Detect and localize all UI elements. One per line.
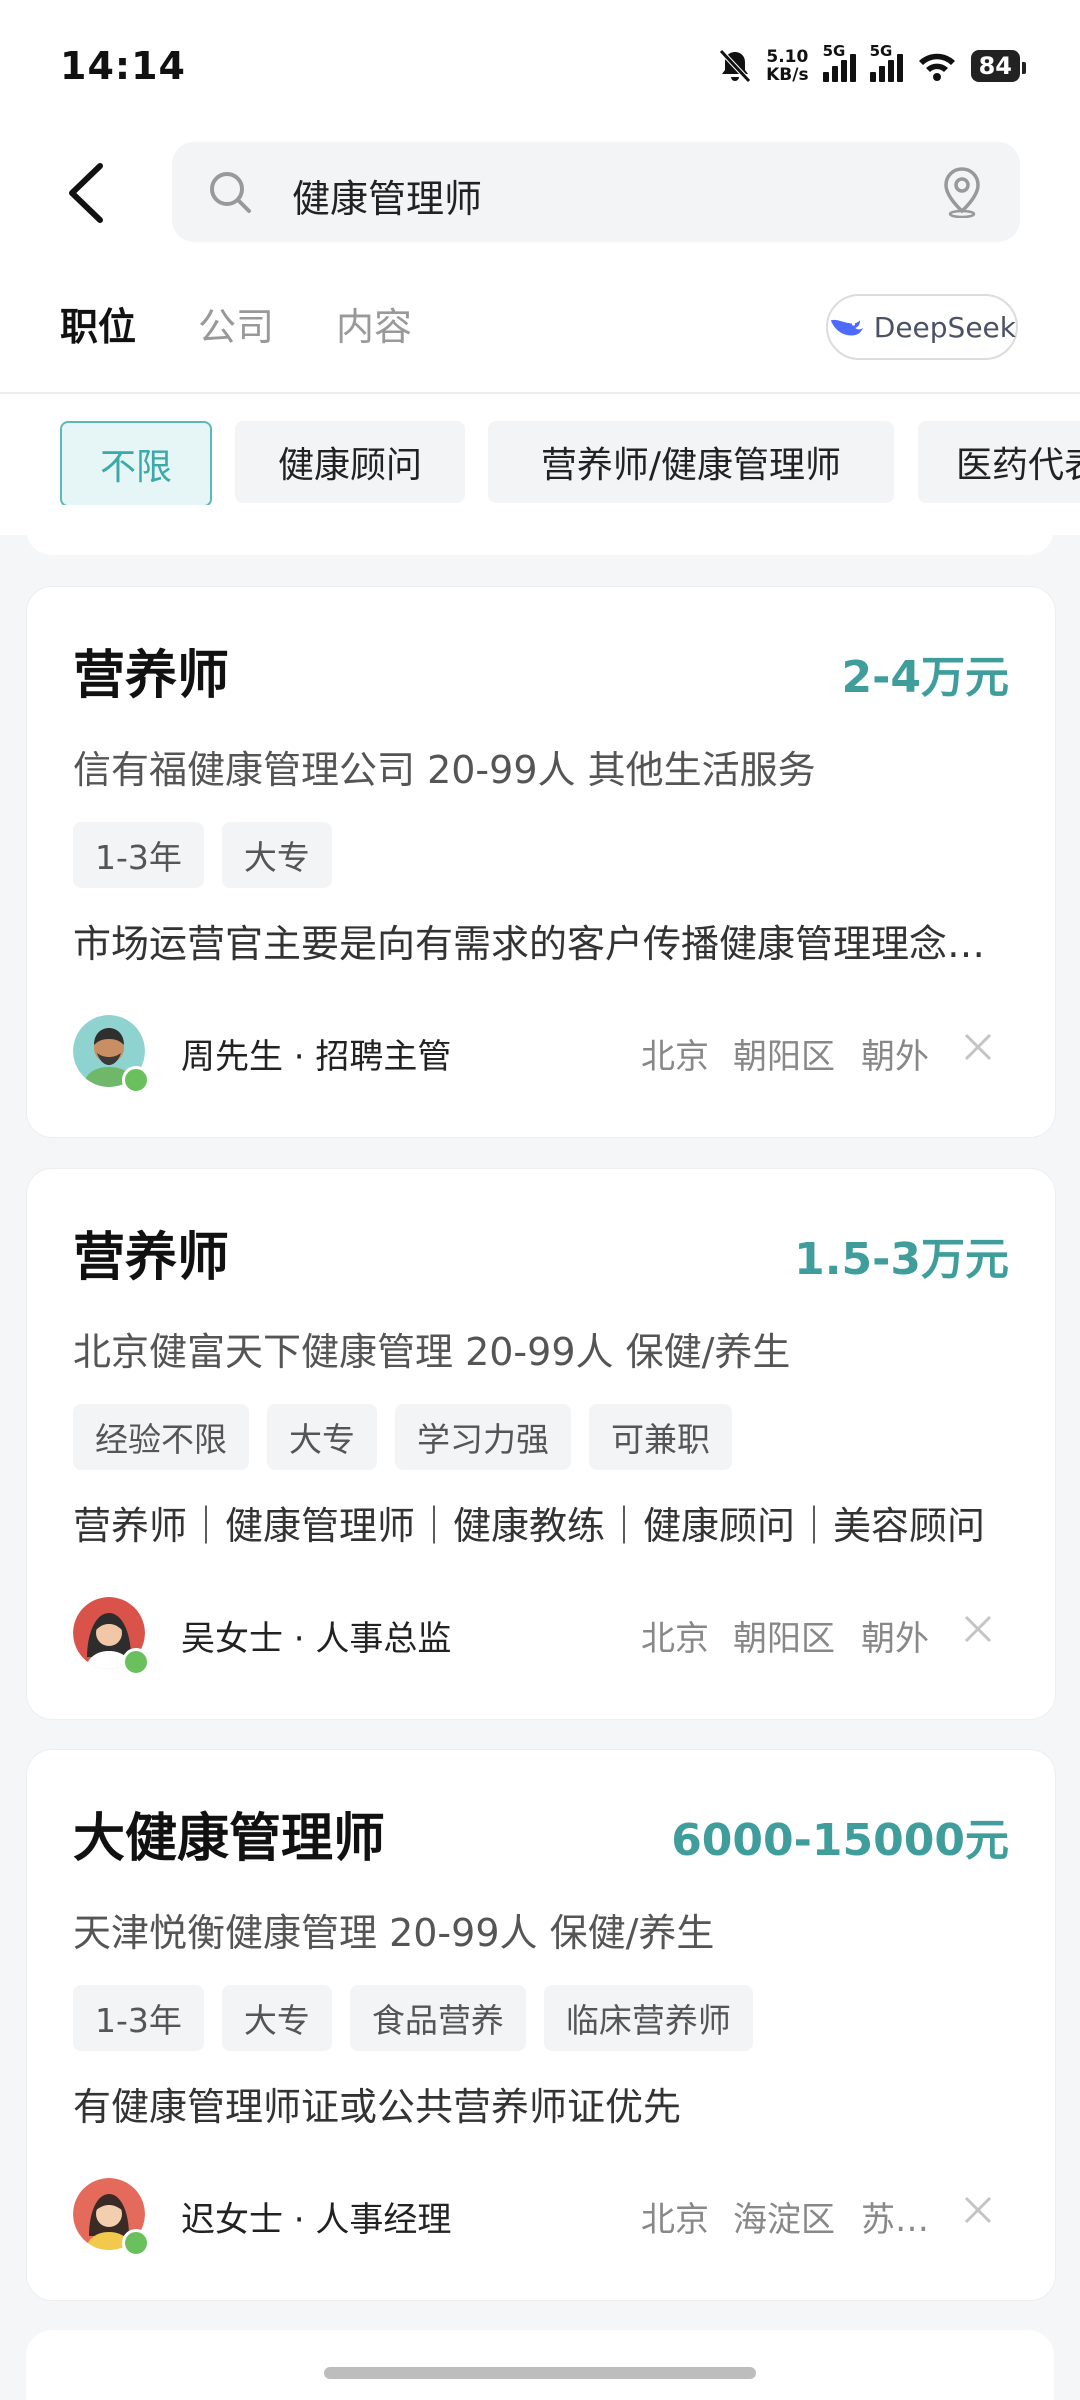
close-icon[interactable] [963, 1614, 993, 1644]
job-tag: 临床营养师 [543, 1985, 753, 2051]
status-time: 14:14 [60, 44, 186, 88]
job-tag: 大专 [221, 822, 332, 888]
deepseek-button[interactable]: DeepSeek [826, 294, 1018, 360]
company-info: 北京健富天下健康管理 20-99人 保健/养生 [73, 1330, 791, 1374]
job-title: 大健康管理师 [73, 1809, 386, 1869]
location-city: 北京 [641, 1037, 709, 1077]
job-tag: 食品营养 [349, 1985, 526, 2051]
location-area: 朝外 [861, 1037, 929, 1077]
online-status-dot [122, 1648, 150, 1676]
location-pin-icon[interactable] [940, 166, 984, 218]
tab-content[interactable]: 内容 [336, 296, 412, 351]
job-tag: 学习力强 [395, 1404, 571, 1470]
job-title: 营养师 [73, 1228, 230, 1288]
tab-jobs[interactable]: 职位 [60, 296, 136, 351]
close-icon[interactable] [963, 1032, 993, 1062]
next-card-edge [26, 2330, 1054, 2400]
online-status-dot [122, 2229, 150, 2257]
job-salary: 2-4万元 [841, 652, 1010, 703]
location-district: 朝阳区 [733, 1619, 835, 1659]
location-area: 苏… [861, 2200, 929, 2240]
home-indicator[interactable] [324, 2367, 756, 2379]
job-tag: 1-3年 [73, 822, 204, 888]
company-info: 天津悦衡健康管理 20-99人 保健/养生 [73, 1911, 715, 1955]
signal-5g-icon: 5G [822, 42, 856, 82]
deepseek-whale-icon [830, 319, 863, 336]
header-area: 14:14 5.10 KB/s 5G 5G 84 健康管理师 职位 公司 内容 … [0, 0, 1080, 395]
net-speed-unit: KB/s [766, 65, 809, 85]
wifi-icon [918, 53, 955, 81]
search-bar[interactable]: 健康管理师 [172, 142, 1020, 242]
filter-chip-nutritionist[interactable]: 营养师/健康管理师 [488, 421, 894, 503]
job-card[interactable]: 大健康管理师 6000-15000元 天津悦衡健康管理 20-99人 保健/养生… [26, 1749, 1056, 2301]
close-icon[interactable] [963, 2195, 993, 2225]
location-area: 朝外 [861, 1619, 929, 1659]
tab-companies[interactable]: 公司 [198, 296, 274, 351]
result-tabs: 职位 公司 内容 [60, 296, 412, 351]
filter-chip-health-consultant[interactable]: 健康顾问 [235, 421, 465, 503]
job-tag: 可兼职 [589, 1404, 732, 1470]
job-tag: 大专 [267, 1404, 377, 1470]
mute-bell-icon [719, 49, 751, 83]
back-arrow-icon[interactable] [62, 158, 112, 228]
job-tags: 1-3年 大专 食品营养 临床营养师 [73, 1985, 753, 2051]
net-speed-value: 5.10 [766, 47, 809, 67]
company-info: 信有福健康管理公司 20-99人 其他生活服务 [73, 748, 816, 792]
header-divider [0, 392, 1080, 394]
job-card[interactable]: 营养师 2-4万元 信有福健康管理公司 20-99人 其他生活服务 1-3年 大… [26, 586, 1056, 1138]
status-bar: 14:14 5.10 KB/s 5G 5G 84 [0, 0, 1080, 130]
recruiter-name: 周先生 · 招聘主管 [181, 1037, 452, 1077]
signal-label-1: 5G [822, 42, 846, 60]
recruiter-name: 迟女士 · 人事经理 [181, 2200, 452, 2240]
job-tags: 1-3年 大专 [73, 822, 332, 888]
job-salary: 6000-15000元 [671, 1815, 1009, 1866]
deepseek-label: DeepSeek [873, 310, 1016, 344]
signal-5g-icon-2: 5G [869, 42, 903, 82]
job-description: 有健康管理师证或公共营养师证优先 [73, 2085, 682, 2129]
location-district: 海淀区 [733, 2200, 835, 2240]
job-salary: 1.5-3万元 [794, 1234, 1009, 1285]
job-card[interactable]: 营养师 1.5-3万元 北京健富天下健康管理 20-99人 保健/养生 经验不限… [26, 1168, 1056, 1720]
location-city: 北京 [641, 1619, 709, 1659]
online-status-dot [122, 1066, 150, 1094]
filter-chip-pharma-rep[interactable]: 医药代表 [918, 421, 1080, 503]
job-description: 市场运营官主要是向有需求的客户传播健康管理理念，提供健康咨询服务 [73, 922, 1023, 966]
search-icon [210, 172, 251, 213]
filter-chip-all[interactable]: 不限 [60, 421, 212, 507]
location-city: 北京 [641, 2200, 709, 2240]
net-speed: 5.10 KB/s [766, 48, 808, 84]
status-icons: 5.10 KB/s 5G 5G 84 [718, 42, 1027, 88]
recruiter-name: 吴女士 · 人事总监 [181, 1619, 452, 1659]
previous-card-edge [26, 505, 1054, 555]
job-description: 营养师｜健康管理师｜健康教练｜健康顾问｜美容顾问 [73, 1504, 986, 1548]
job-tag: 经验不限 [73, 1404, 249, 1470]
signal-label-2: 5G [869, 42, 893, 60]
job-tag: 大专 [221, 1985, 332, 2051]
job-tags: 经验不限 大专 学习力强 可兼职 [73, 1404, 732, 1470]
job-tag: 1-3年 [73, 1985, 204, 2051]
battery-indicator: 84 [970, 50, 1027, 82]
search-input[interactable]: 健康管理师 [292, 168, 482, 223]
location-district: 朝阳区 [733, 1037, 835, 1077]
job-title: 营养师 [73, 646, 230, 706]
